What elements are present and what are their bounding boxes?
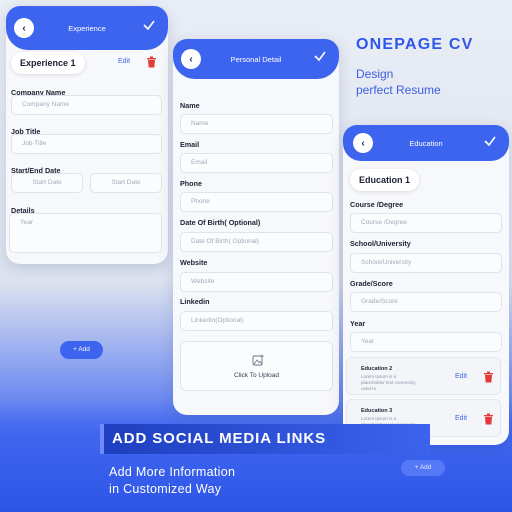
header-title: Personal Detail (230, 54, 282, 64)
start-date-input[interactable]: Start Date (11, 173, 83, 193)
promo-subtitle: Design perfect Resume (356, 66, 506, 98)
promo-subtitle-line2: perfect Resume (356, 83, 441, 97)
website-input[interactable]: Website (180, 272, 333, 292)
trash-icon[interactable] (483, 413, 494, 425)
education-card: ‹ Education Education 1 Course /Degree C… (343, 125, 509, 445)
year-input[interactable]: Year (350, 332, 502, 352)
edit-link[interactable]: Edit (118, 58, 130, 65)
course-input[interactable]: Course /Degree (350, 213, 502, 233)
experience-pill[interactable]: Experience 1 (11, 52, 85, 74)
name-label: Name (180, 101, 200, 110)
dob-label: Date Of Birth( Optional) (180, 218, 261, 227)
back-icon[interactable]: ‹ (14, 18, 34, 38)
back-icon[interactable]: ‹ (181, 49, 201, 69)
phone-label: Phone (180, 179, 202, 188)
education-item-desc: Lorem Ipsum is a placeholder text common… (361, 374, 416, 391)
header-title: Education (409, 138, 443, 148)
email-label: Email (180, 140, 200, 149)
education-item[interactable]: Education 2 Lorem Ipsum is a placeholder… (346, 357, 501, 395)
school-input[interactable]: School/University (350, 253, 502, 273)
grade-label: Grade/Score (350, 279, 393, 288)
education-item-title: Education 2 (361, 366, 393, 372)
phone-input[interactable]: Phone (180, 192, 333, 212)
trash-icon[interactable] (483, 371, 494, 383)
dob-input[interactable]: Date Of Birth( Optional) (180, 232, 333, 252)
bottom-banner-title: ADD SOCIAL MEDIA LINKS (100, 424, 430, 454)
name-input[interactable]: Name (180, 114, 333, 134)
promo-subtitle-line1: Design (356, 67, 394, 81)
grade-input[interactable]: Grade/Score (350, 292, 502, 312)
details-input[interactable]: Year (9, 213, 162, 253)
back-icon[interactable]: ‹ (353, 133, 373, 153)
trash-icon[interactable] (146, 56, 157, 68)
email-input[interactable]: Email (180, 153, 333, 173)
education-item-title: Education 3 (361, 408, 393, 414)
experience-add-button[interactable]: + Add (60, 341, 103, 359)
education-header: ‹ Education (343, 125, 509, 161)
course-label: Course /Degree (350, 200, 404, 209)
header-title: Experience (68, 23, 106, 33)
bottom-subtitle-line1: Add More Information (109, 465, 236, 479)
company-input[interactable]: Company Name (11, 95, 162, 115)
image-upload-icon (252, 354, 264, 366)
bottom-banner-subtitle: Add More Information in Customized Way (109, 464, 369, 498)
experience-card: ‹ Experience Experience 1 Edit Company N… (6, 6, 168, 264)
personal-header: ‹ Personal Detail (173, 39, 339, 79)
upload-label: Click To Upload (233, 372, 280, 379)
school-label: School/University (350, 239, 411, 248)
year-label: Year (350, 319, 366, 328)
experience-header: ‹ Experience (6, 6, 168, 50)
bottom-subtitle-line2: in Customized Way (109, 482, 222, 496)
linkedin-input[interactable]: Linkedin(Optional) (180, 311, 333, 331)
check-icon[interactable] (483, 134, 497, 148)
promo-title: ONEPAGE CV (356, 36, 474, 53)
check-icon[interactable] (142, 18, 156, 32)
linkedin-label: Linkedin (180, 297, 210, 306)
education-add-button[interactable]: + Add (401, 460, 445, 476)
edit-link[interactable]: Edit (455, 373, 467, 380)
personal-card: ‹ Personal Detail Name Name Email Email … (173, 39, 339, 415)
check-icon[interactable] (313, 49, 327, 63)
job-input[interactable]: Job Title (11, 134, 162, 154)
upload-box[interactable]: Click To Upload (180, 341, 333, 391)
end-date-input[interactable]: Start Date (90, 173, 162, 193)
website-label: Website (180, 258, 208, 267)
edit-link[interactable]: Edit (455, 415, 467, 422)
education-pill[interactable]: Education 1 (350, 169, 420, 191)
